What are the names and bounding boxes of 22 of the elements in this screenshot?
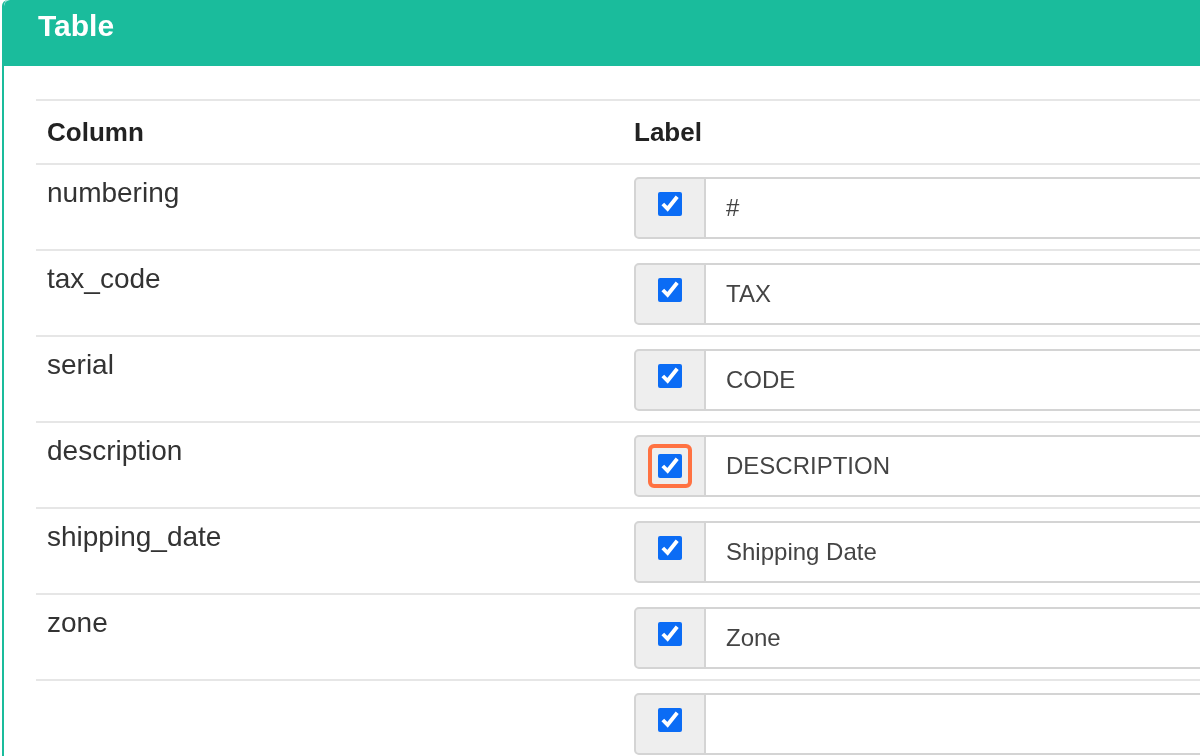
table-cell: description (47, 435, 183, 466)
label-field[interactable]: # (706, 177, 1200, 239)
checkbox[interactable] (658, 192, 682, 216)
checkbox[interactable] (658, 708, 682, 732)
checkbox[interactable] (658, 536, 682, 560)
table-cell: numbering (47, 177, 180, 208)
table-cell: tax_code (47, 263, 161, 294)
column-header: Column (46, 116, 145, 148)
checkbox[interactable] (658, 364, 682, 388)
checkbox[interactable] (658, 278, 682, 302)
label-field[interactable]: CODE (706, 349, 1200, 411)
label-field[interactable]: TAX (706, 263, 1200, 325)
panel-title: Table (38, 9, 115, 43)
checkbox[interactable] (658, 454, 682, 478)
table-cell: serial (47, 349, 114, 380)
table-cell: shipping_date (47, 521, 222, 552)
table-cell: zone (47, 607, 108, 638)
column-header: Label (634, 116, 703, 148)
label-field[interactable]: Zone (706, 607, 1200, 669)
label-field[interactable]: DESCRIPTION (706, 435, 1200, 497)
checkbox[interactable] (658, 622, 682, 646)
label-field[interactable]: Shipping Date (706, 521, 1200, 583)
